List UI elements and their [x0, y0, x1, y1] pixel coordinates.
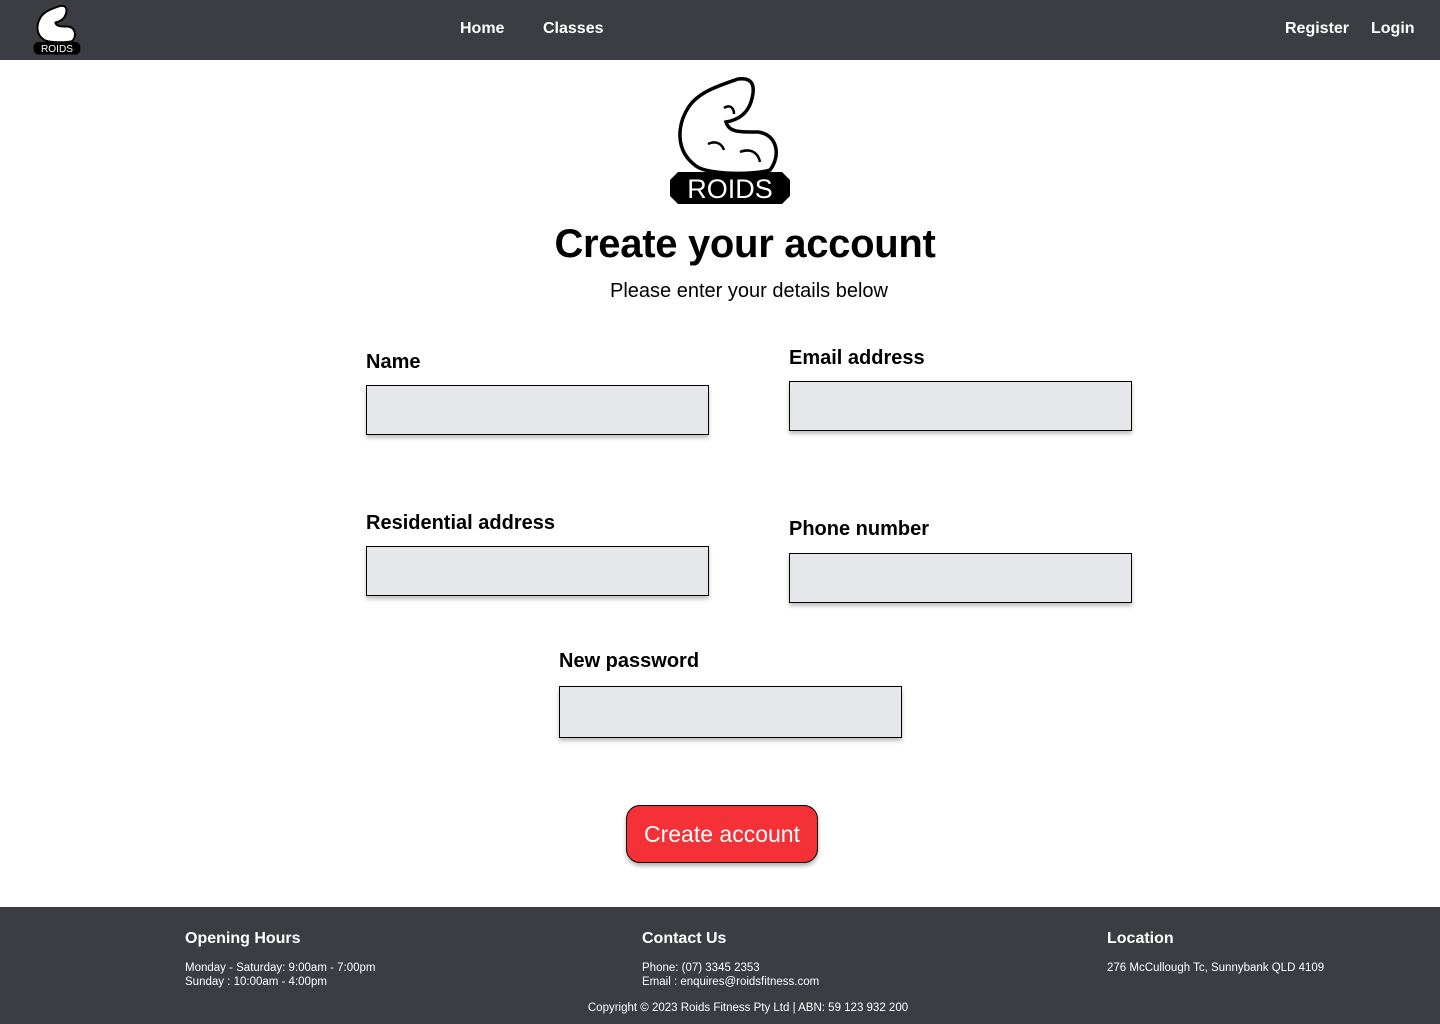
nav-home-link[interactable]: Home: [460, 20, 504, 38]
create-account-button[interactable]: Create account: [626, 805, 818, 863]
contact-email: Email : enquires@roidsfitness.com: [642, 976, 820, 988]
opening-hours-heading: Opening Hours: [185, 930, 301, 947]
name-label: Name: [366, 351, 421, 373]
roids-hero-logo-icon: ROIDS: [670, 77, 790, 204]
phone-number-input[interactable]: [789, 553, 1132, 603]
nav-register-link[interactable]: Register: [1285, 20, 1349, 38]
location-heading: Location: [1107, 930, 1174, 947]
name-input[interactable]: [366, 385, 709, 435]
copyright-text: Copyright © 2023 Roids Fitness Pty Ltd |…: [587, 1002, 909, 1014]
opening-hours-line: Sunday : 10:00am - 4:00pm: [185, 976, 327, 988]
contact-heading: Contact Us: [642, 930, 727, 947]
site-footer: Opening Hours Monday - Saturday: 9:00am …: [0, 907, 1440, 1024]
new-password-label: New password: [559, 650, 700, 672]
page-subtitle: Please enter your details below: [610, 280, 888, 302]
email-label: Email address: [789, 347, 925, 369]
nav-login-link[interactable]: Login: [1371, 20, 1415, 38]
hero-logo-text: ROIDS: [687, 174, 773, 204]
residential-address-label: Residential address: [366, 512, 555, 534]
location-address: 276 McCullough Tc, Sunnybank QLD 4109: [1107, 962, 1325, 974]
opening-hours-line: Monday - Saturday: 9:00am - 7:00pm: [185, 962, 376, 974]
nav-classes-link[interactable]: Classes: [543, 20, 604, 38]
email-input[interactable]: [789, 381, 1132, 431]
page-title: Create your account: [554, 222, 936, 266]
contact-phone: Phone: (07) 3345 2353: [642, 962, 760, 974]
new-password-input[interactable]: [559, 686, 902, 738]
roids-logo-icon[interactable]: ROIDS: [32, 4, 82, 56]
nav-logo-text: ROIDS: [41, 44, 73, 55]
residential-address-input[interactable]: [366, 546, 709, 596]
phone-number-label: Phone number: [789, 518, 930, 540]
top-navbar: ROIDS Home Classes Register Login: [0, 0, 1440, 60]
